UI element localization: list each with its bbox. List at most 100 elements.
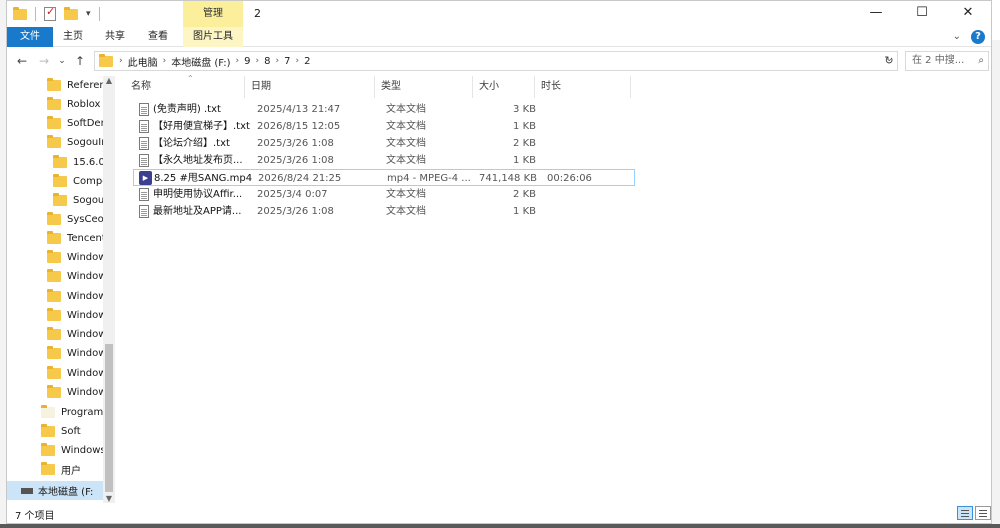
folder-icon [47, 97, 61, 110]
tree-item[interactable]: Window [47, 364, 106, 383]
folder-icon [47, 231, 61, 244]
file-row[interactable]: (免责声明) .txt 2025/4/13 21:47 文本文档 3 KB [133, 101, 635, 118]
maximize-button[interactable]: ☐ [899, 1, 945, 27]
file-duration [546, 118, 616, 135]
help-icon[interactable]: ? [971, 30, 985, 44]
breadcrumb-folder-2[interactable]: 2 [304, 56, 310, 67]
file-date: 2025/3/26 1:08 [257, 138, 334, 149]
column-header-duration[interactable]: 时长 [535, 76, 631, 98]
tab-view[interactable]: 查看 [140, 27, 176, 47]
chevron-right-icon[interactable]: › [256, 56, 260, 66]
file-row[interactable]: 最新地址及APP请... 2025/3/26 1:08 文本文档 1 KB [133, 203, 635, 220]
tab-share[interactable]: 共享 [97, 27, 133, 47]
up-button[interactable]: ↑ [71, 52, 89, 70]
item-count: 7 个项目 [15, 511, 55, 522]
tree-item[interactable]: Window [47, 383, 106, 402]
breadcrumb-folder-9[interactable]: 9 [244, 56, 250, 67]
tree-item[interactable]: Window [47, 306, 106, 325]
tree-item[interactable]: Tencent [47, 229, 106, 248]
folder-icon [41, 405, 55, 418]
tree-item-label: Soft [61, 426, 81, 437]
column-header-name[interactable]: 名称 ⌃ [125, 74, 245, 98]
folder-icon[interactable] [13, 6, 27, 20]
tree-item[interactable]: Compo [53, 172, 108, 191]
breadcrumb-drive-f[interactable]: 本地磁盘 (F:) [171, 54, 230, 69]
file-type: 文本文档 [386, 104, 426, 115]
tree-item[interactable]: ProgramD [41, 403, 111, 422]
large-icons-view-button[interactable] [975, 506, 991, 520]
tree-item-label: Window [67, 271, 107, 282]
search-placeholder: 在 2 中搜... [912, 55, 965, 66]
folder-icon [41, 462, 55, 475]
folder-icon [99, 53, 113, 67]
file-row[interactable]: 申明使用协议Affir... 2025/3/4 0:07 文本文档 2 KB [133, 186, 635, 203]
column-header-date[interactable]: 日期 [245, 76, 375, 98]
expand-ribbon-icon[interactable]: ⌄ [953, 31, 961, 42]
tree-item[interactable]: Soft [41, 422, 81, 441]
tree-item[interactable]: Sogoul [53, 191, 107, 210]
close-button[interactable]: ✕ [945, 1, 991, 27]
file-type: 文本文档 [386, 206, 426, 217]
folder-icon [53, 174, 67, 187]
scrollbar-thumb[interactable] [105, 344, 113, 492]
tree-item-label: 本地磁盘 (F: [38, 487, 94, 498]
tab-home[interactable]: 主页 [55, 27, 91, 47]
chevron-right-icon[interactable]: › [236, 56, 240, 66]
chevron-right-icon[interactable]: › [296, 56, 300, 66]
chevron-right-icon[interactable]: › [163, 56, 167, 66]
contextual-tab-manage[interactable]: 管理 [183, 1, 243, 27]
column-header-type[interactable]: 类型 [375, 76, 473, 98]
tree-item-label: Tencent [67, 233, 106, 244]
tree-item[interactable]: SogouIn [47, 133, 108, 152]
text-file-icon [139, 120, 149, 133]
tree-item-label: SogouIn [67, 137, 108, 148]
tree-item[interactable]: Window [47, 344, 106, 363]
tree-item-label: SysCeo [67, 214, 104, 225]
tree-item-label: Window [67, 387, 107, 398]
toolbar-divider [35, 7, 36, 21]
new-folder-icon[interactable] [64, 6, 78, 20]
forward-button[interactable]: → [35, 52, 53, 70]
tab-file[interactable]: 文件 [7, 27, 53, 47]
column-header-size[interactable]: 大小 [473, 76, 535, 98]
file-date: 2025/3/26 1:08 [257, 155, 334, 166]
tree-item[interactable]: Roblox [47, 95, 100, 114]
tree-item[interactable]: Windows [41, 441, 106, 460]
chevron-right-icon[interactable]: › [119, 56, 123, 66]
scroll-down-icon[interactable]: ▼ [103, 494, 115, 503]
tree-item[interactable]: Window [47, 248, 106, 267]
recent-locations-button[interactable]: ⌄ [53, 52, 71, 70]
tree-item[interactable]: Window [47, 267, 106, 286]
tree-item-label: Window [67, 368, 107, 379]
breadcrumb-this-pc[interactable]: 此电脑 [128, 54, 158, 69]
breadcrumb-folder-8[interactable]: 8 [264, 56, 270, 67]
scroll-up-icon[interactable]: ▲ [103, 76, 115, 85]
tab-picture-tools[interactable]: 图片工具 [183, 27, 243, 47]
back-button[interactable]: ← [13, 52, 31, 70]
breadcrumb-folder-7[interactable]: 7 [284, 56, 290, 67]
customize-toolbar-icon[interactable]: ▾ [86, 9, 91, 19]
folder-icon [47, 269, 61, 282]
tree-item-drive-f[interactable]: 本地磁盘 (F: [7, 481, 103, 500]
file-row[interactable]: 【论坛介绍】.txt 2025/3/26 1:08 文本文档 2 KB [133, 135, 635, 152]
tree-item-label: Windows [61, 445, 106, 456]
tree-item[interactable]: Window [47, 287, 106, 306]
tree-item[interactable]: Referenc [47, 76, 111, 95]
details-view-button[interactable] [957, 506, 973, 520]
properties-icon[interactable] [44, 5, 56, 21]
file-row[interactable]: 【永久地址发布页... 2025/3/26 1:08 文本文档 1 KB [133, 152, 635, 169]
minimize-button[interactable]: — [853, 1, 899, 27]
tree-item[interactable]: Window [47, 325, 106, 344]
search-input[interactable]: 在 2 中搜... ⌕ [905, 51, 989, 71]
navigation-pane-scrollbar[interactable]: ▲ ▼ [103, 76, 115, 503]
text-file-icon [139, 154, 149, 167]
tree-item[interactable]: 用户 [41, 460, 81, 479]
file-row-selected[interactable]: ▶ 8.25 #甩SANG.mp4 2026/8/24 21:25 mp4 - … [133, 169, 635, 186]
search-icon[interactable]: ⌕ [978, 52, 984, 70]
address-bar[interactable]: › 此电脑 › 本地磁盘 (F:) › 9 › 8 › 7 › 2 ⌄ [94, 51, 898, 71]
chevron-right-icon[interactable]: › [276, 56, 280, 66]
file-name: 【永久地址发布页... [153, 155, 243, 166]
tree-item[interactable]: SysCeo [47, 210, 104, 229]
refresh-button[interactable]: ↻ [880, 51, 898, 71]
file-row[interactable]: 【好用便宜梯子】.txt 2026/8/15 12:05 文本文档 1 KB [133, 118, 635, 135]
